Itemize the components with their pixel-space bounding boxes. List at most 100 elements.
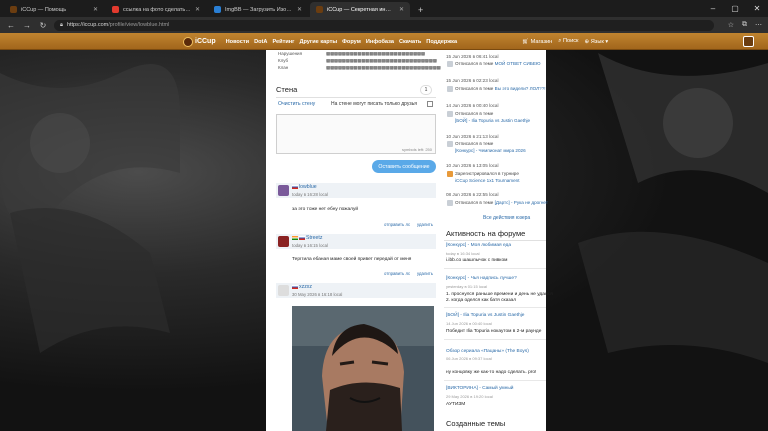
symbols-left: symbols left: 250 xyxy=(401,147,432,152)
menu-item-news[interactable]: Новости xyxy=(226,39,249,45)
browser-tab[interactable]: ссылка на фото сделать онлайн ✕ xyxy=(106,2,206,17)
activity-date: 15 Jun 2026 в 06:41 local xyxy=(446,54,499,59)
menu-item-infobase[interactable]: Инфобаза xyxy=(366,39,394,45)
post-author[interactable]: xzzxz xyxy=(292,284,312,290)
close-icon[interactable]: ✕ xyxy=(297,6,302,13)
post-image[interactable] xyxy=(292,306,434,431)
friends-only-checkbox[interactable] xyxy=(427,101,433,107)
activity-entry: Отписался в теме [Дартс] - Рука не дрогн… xyxy=(455,200,548,205)
divider xyxy=(276,97,436,98)
divider xyxy=(444,240,546,241)
activity-link[interactable]: МОЙ ОТВЕТ СИБЕЮ xyxy=(495,61,541,66)
menu-item-download[interactable]: Скачать xyxy=(399,39,421,45)
forum-topic-link[interactable]: [БОЙ] - Ilia Topuria vs Justin Gaethje xyxy=(446,313,524,318)
delete-link[interactable]: удалить xyxy=(417,271,433,276)
star-icon[interactable]: ☆ xyxy=(728,21,734,29)
close-icon[interactable]: ✕ xyxy=(93,6,98,13)
menu-item-other-maps[interactable]: Другие карты xyxy=(299,39,337,45)
post-text: Терггила ебаная маме своей привет переда… xyxy=(292,257,412,262)
post-time: today в 16:28 local xyxy=(292,192,328,197)
activity-text: Отписался в теме xyxy=(455,141,494,146)
friends-only-label: На стене могут писать только друзья xyxy=(331,101,417,107)
yandex-icon xyxy=(112,6,119,13)
forum-topic-link[interactable]: [Конкурс] - Моя любимая еда xyxy=(446,243,511,248)
new-tab-button[interactable]: + xyxy=(412,2,429,17)
comment-icon xyxy=(447,111,453,117)
activity-link[interactable]: [БОЙ] - Ilia Topuria vs Justin Gaethje xyxy=(455,118,530,123)
author-name: xzzxz xyxy=(299,284,312,290)
send-pm-link[interactable]: отправить лс xyxy=(384,271,410,276)
wall-message-textarea[interactable]: symbols left: 250 xyxy=(276,114,436,154)
divider xyxy=(444,268,546,269)
address-bar: ← → ↻ 🔒︎ https://iccup.com/profile/view/… xyxy=(0,17,768,33)
post-author[interactable]: Streetz xyxy=(292,235,322,241)
reload-icon[interactable]: ↻ xyxy=(38,21,48,30)
site-logo[interactable]: iCCup xyxy=(183,36,216,47)
activity-link[interactable]: iCCup Science 1x1 Tournament xyxy=(455,178,520,183)
menu-item-support[interactable]: Поддержка xyxy=(426,39,457,45)
lock-icon: 🔒︎ xyxy=(60,21,63,28)
user-avatar[interactable] xyxy=(743,36,754,47)
activity-entry: Отписался в теме Вы это видели? ЛОЛ??! xyxy=(455,86,546,91)
url-path: /profile/view/lowblue.html xyxy=(108,22,170,28)
post-message-button[interactable]: Оставить сообщение xyxy=(372,160,436,173)
post-author[interactable]: lowblue xyxy=(292,184,317,190)
delete-link[interactable]: удалить xyxy=(417,222,433,227)
menu-item-dota[interactable]: DotA xyxy=(254,39,267,45)
forum-post-time: 29 May 2026 в 19:20 local xyxy=(446,394,493,399)
menu-item-rating[interactable]: Рейтинг xyxy=(272,39,294,45)
browser-tab-active[interactable]: iCCup — Секретная информаци ✕ xyxy=(310,2,410,17)
menu-icon[interactable]: ⋯ xyxy=(755,21,762,29)
url-field[interactable]: 🔒︎ https://iccup.com/profile/view/lowblu… xyxy=(54,19,714,31)
wall-pager[interactable]: 1 xyxy=(420,85,432,95)
comment-icon xyxy=(447,200,453,206)
forum-post-text: Победит Ilia Topuria нокаутом в 2-м раун… xyxy=(446,329,542,334)
browser-tab[interactable]: ImgBB — Загрузить Изображени ✕ xyxy=(208,2,308,17)
browser-tabbar: iCCup — Помощь ✕ ссылка на фото сделать … xyxy=(0,0,768,17)
activity-text: Зарегистрировался в турнире xyxy=(455,171,519,176)
url-host: https://iccup.com xyxy=(66,22,109,28)
back-icon[interactable]: ← xyxy=(6,21,16,30)
activity-link[interactable]: [Конкурс] - Чемпионат мира 2026 xyxy=(455,148,526,153)
flag-icon xyxy=(292,284,298,289)
stat-label: Клан xyxy=(278,65,289,70)
activity-date: 15 Jun 2026 в 02:23 local xyxy=(446,78,499,83)
minimize-icon[interactable]: – xyxy=(702,0,724,17)
browser-tab[interactable]: iCCup — Помощь ✕ xyxy=(4,2,104,17)
maximize-icon[interactable]: ▢ xyxy=(724,0,746,17)
search-icon: ⌕ xyxy=(558,38,562,44)
extensions-icon[interactable]: ⧉ xyxy=(742,21,747,29)
clear-wall-button[interactable]: Очистить стену xyxy=(278,101,315,107)
activity-link[interactable]: [Дартс] - Рука не дрогнет xyxy=(495,200,548,205)
tab-title: iCCup — Помощь xyxy=(21,6,67,13)
forum-topic-link[interactable]: Обзор сериала «Пацаны» (The Boys) xyxy=(446,349,529,354)
comment-icon xyxy=(447,61,453,67)
trophy-icon xyxy=(447,171,453,177)
forum-activity-title: Активность на форуме xyxy=(446,229,526,238)
menu-item-shop[interactable]: 🛒︎ Магазин xyxy=(522,39,552,45)
activity-link[interactable]: Вы это видели? ЛОЛ??! xyxy=(495,86,546,91)
avatar[interactable] xyxy=(278,285,289,296)
search-link[interactable]: ⌕ Поиск xyxy=(558,38,578,45)
post-time: 30 May 2026 в 16:18 local xyxy=(292,292,343,297)
forum-topic-link[interactable]: [Конкурс] - Чья надпись лучше? xyxy=(446,276,517,281)
avatar[interactable] xyxy=(278,185,289,196)
search-label: Поиск xyxy=(562,38,579,44)
activity-date: 10 Jun 2026 в 13:05 local xyxy=(446,163,499,168)
forum-topic-link[interactable]: [ВИКТОРИНА] - Самый умный xyxy=(446,386,514,391)
close-icon[interactable]: ✕ xyxy=(195,6,200,13)
close-icon[interactable]: ✕ xyxy=(399,6,404,13)
activity-date: 14 Jun 2026 в 00:40 local xyxy=(446,103,499,108)
divider xyxy=(444,339,546,340)
cart-icon: 🛒︎ xyxy=(522,38,530,45)
activity-text: Отписался в теме xyxy=(455,200,494,205)
send-pm-link[interactable]: отправить лс xyxy=(384,222,410,227)
avatar[interactable] xyxy=(278,236,289,247)
all-actions-link[interactable]: Все действия юзера xyxy=(483,215,530,221)
iccup-icon xyxy=(10,6,17,13)
language-selector[interactable]: ⊕ Язык ▾ xyxy=(584,39,608,45)
activity-date: 10 Jun 2026 в 21:13 local xyxy=(446,134,499,139)
menu-item-forum[interactable]: Форум xyxy=(342,39,361,45)
close-window-icon[interactable]: ✕ xyxy=(746,0,768,17)
forward-icon[interactable]: → xyxy=(22,21,32,30)
